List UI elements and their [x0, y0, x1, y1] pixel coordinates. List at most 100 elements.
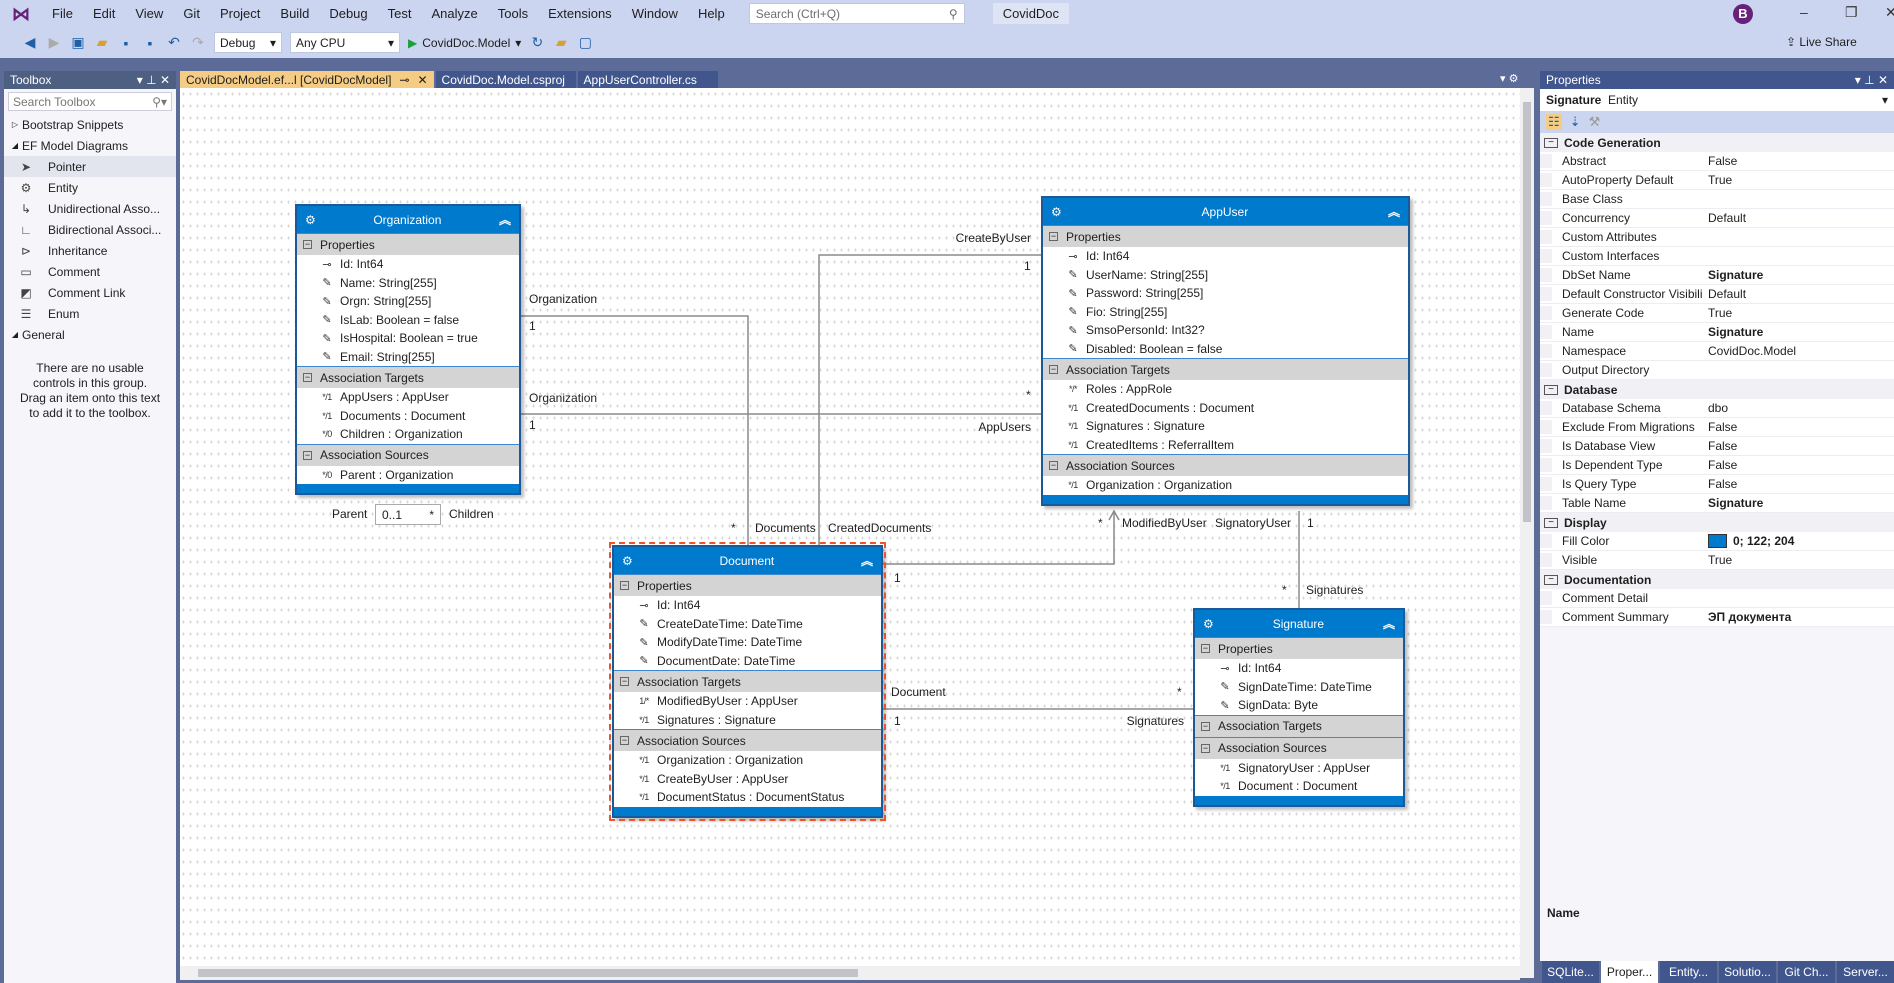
entity-member[interactable]: ✎ Name: String[255] — [297, 274, 519, 293]
entity-member[interactable]: ✎ SignData: Byte — [1195, 696, 1403, 715]
property-name[interactable]: Name Signature — [1540, 323, 1894, 342]
tool-tab[interactable]: Git Ch... — [1778, 961, 1835, 983]
entity-member[interactable]: */0 Parent : Organization — [297, 466, 519, 485]
folder-icon[interactable]: ▰ — [553, 34, 569, 51]
toolbox-item-inheritance[interactable]: ⊳ Inheritance — [4, 240, 176, 261]
menu-extensions[interactable]: Extensions — [538, 6, 622, 21]
entity-member[interactable]: */1 DocumentStatus : DocumentStatus — [614, 788, 881, 807]
platform-select[interactable]: Any CPU ▾ — [290, 32, 400, 53]
property-visible[interactable]: Visible True — [1540, 551, 1894, 570]
live-share-button[interactable]: ⇪ Live Share — [1786, 35, 1857, 49]
property-dbset-name[interactable]: DbSet Name Signature — [1540, 266, 1894, 285]
property-value[interactable]: Signature — [1702, 496, 1894, 510]
entity-member[interactable]: ⊸ Id: Int64 — [1043, 247, 1408, 266]
entity-member[interactable]: ✎ SmsoPersonId: Int32? — [1043, 321, 1408, 340]
entity-member[interactable]: 1/* ModifiedByUser : AppUser — [614, 692, 881, 711]
entity-member[interactable]: ✎ Orgn: String[255] — [297, 292, 519, 311]
collapse-section-icon[interactable]: − — [303, 240, 312, 249]
refresh-icon[interactable]: ↻ — [529, 34, 545, 51]
collapse-section-icon[interactable]: − — [1049, 461, 1058, 470]
property-value[interactable]: False — [1702, 420, 1894, 434]
entity-member[interactable]: */0 Children : Organization — [297, 425, 519, 444]
entity-member[interactable]: ✎ UserName: String[255] — [1043, 266, 1408, 285]
section-properties[interactable]: − Properties — [1043, 225, 1408, 247]
property-default-constructor-visibility[interactable]: Default Constructor Visibility Default — [1540, 285, 1894, 304]
section-association-sources[interactable]: − Association Sources — [1043, 454, 1408, 476]
toolbox-item-general[interactable]: ◢ General — [4, 324, 176, 345]
toolbox-item-bidirectional-associ[interactable]: ∟ Bidirectional Associ... — [4, 219, 176, 240]
entity-member[interactable]: */1 Documents : Document — [297, 407, 519, 426]
entity-member[interactable]: */1 SignatoryUser : AppUser — [1195, 759, 1403, 778]
undo-icon[interactable]: ↶ — [166, 34, 182, 51]
entity-member[interactable]: ✎ Fio: String[255] — [1043, 303, 1408, 322]
vertical-scroll-thumb[interactable] — [1523, 102, 1531, 522]
entity-header[interactable]: ⚙ AppUser ︽ — [1043, 198, 1408, 225]
entity-member[interactable]: */1 Organization : Organization — [1043, 476, 1408, 495]
property-value[interactable]: False — [1702, 477, 1894, 491]
menu-window[interactable]: Window — [622, 6, 688, 21]
menu-build[interactable]: Build — [270, 6, 319, 21]
forward-icon[interactable]: ▶ — [46, 34, 62, 51]
search-box[interactable]: Search (Ctrl+Q) ⚲ — [748, 3, 965, 24]
collapse-section-icon[interactable]: − — [303, 373, 312, 382]
entity-member[interactable]: ⊸ Id: Int64 — [614, 596, 881, 615]
property-value[interactable]: 0; 122; 204 — [1702, 534, 1894, 548]
tab-coviddoc-model-csproj[interactable]: CovidDoc.Model.csproj — [435, 71, 576, 88]
property-value[interactable]: Signature — [1702, 325, 1894, 339]
pin-icon[interactable]: ⊸ — [399, 73, 409, 87]
section-association-targets[interactable]: − Association Targets — [297, 366, 519, 388]
alphabetical-icon[interactable]: ⇣ — [1570, 114, 1581, 130]
new-project-icon[interactable]: ▣ — [70, 34, 86, 51]
tool-tab[interactable]: Proper... — [1601, 961, 1658, 983]
entity-member[interactable]: */1 Organization : Organization — [614, 751, 881, 770]
property-is-dependent-type[interactable]: Is Dependent Type False — [1540, 456, 1894, 475]
property-comment-summary[interactable]: Comment Summary ЭП документа — [1540, 608, 1894, 627]
object-selector[interactable]: Signature Entity ▾ — [1540, 89, 1894, 111]
redo-icon[interactable]: ↷ — [190, 34, 206, 51]
category-display[interactable]: − Display — [1540, 513, 1894, 532]
section-association-sources[interactable]: − Association Sources — [1195, 736, 1403, 759]
property-namespace[interactable]: Namespace CovidDoc.Model — [1540, 342, 1894, 361]
close-window-icon[interactable]: ✕ — [1885, 4, 1894, 21]
collapse-category-icon[interactable]: − — [1544, 384, 1558, 395]
property-value[interactable]: Signature — [1702, 268, 1894, 282]
category-code-generation[interactable]: − Code Generation — [1540, 133, 1894, 152]
collapse-section-icon[interactable]: − — [1049, 232, 1058, 241]
panel-controls-icon[interactable]: ▾ ⊥ ✕ — [1855, 73, 1888, 87]
entity-header[interactable]: ⚙ Document ︽ — [614, 547, 881, 574]
collapse-icon[interactable]: ︽ — [1388, 203, 1400, 220]
save-all-icon[interactable]: ▪ — [142, 35, 158, 51]
tool-tab[interactable]: Entity... — [1660, 961, 1717, 983]
property-comment-detail[interactable]: Comment Detail — [1540, 589, 1894, 608]
toolbox-search-input[interactable]: Search Toolbox ⚲▾ — [8, 92, 172, 111]
property-value[interactable]: False — [1702, 439, 1894, 453]
property-value[interactable]: False — [1702, 154, 1894, 168]
entity-member[interactable]: */1 CreateByUser : AppUser — [614, 770, 881, 789]
collapse-section-icon[interactable]: − — [1201, 721, 1210, 731]
property-fill-color[interactable]: Fill Color 0; 122; 204 — [1540, 532, 1894, 551]
toolbox-item-unidirectional-asso[interactable]: ↳ Unidirectional Asso... — [4, 198, 176, 219]
property-value[interactable]: True — [1702, 553, 1894, 567]
menu-project[interactable]: Project — [210, 6, 270, 21]
entity-member[interactable]: ⊸ Id: Int64 — [1195, 659, 1403, 678]
collapse-section-icon[interactable]: − — [620, 677, 629, 686]
toolbox-item-comment[interactable]: ▭ Comment — [4, 261, 176, 282]
menu-help[interactable]: Help — [688, 6, 735, 21]
entity-member[interactable]: */1 Signatures : Signature — [1043, 417, 1408, 436]
section-properties[interactable]: − Properties — [1195, 637, 1403, 659]
start-button[interactable]: ▶ CovidDoc.Model ▾ — [408, 36, 521, 50]
configuration-select[interactable]: Debug ▾ — [214, 32, 282, 53]
property-value[interactable]: dbo — [1702, 401, 1894, 415]
entity-member[interactable]: */1 AppUsers : AppUser — [297, 388, 519, 407]
property-base-class[interactable]: Base Class — [1540, 190, 1894, 209]
property-autoproperty-default[interactable]: AutoProperty Default True — [1540, 171, 1894, 190]
property-output-directory[interactable]: Output Directory — [1540, 361, 1894, 380]
entity-member[interactable]: ✎ ModifyDateTime: DateTime — [614, 633, 881, 652]
property-custom-interfaces[interactable]: Custom Interfaces — [1540, 247, 1894, 266]
toolbox-item-comment-link[interactable]: ◩ Comment Link — [4, 282, 176, 303]
menu-test[interactable]: Test — [378, 6, 422, 21]
toolbox-item-enum[interactable]: ☰ Enum — [4, 303, 176, 324]
collapse-section-icon[interactable]: − — [1049, 365, 1058, 374]
property-is-query-type[interactable]: Is Query Type False — [1540, 475, 1894, 494]
collapse-section-icon[interactable]: − — [620, 581, 629, 590]
